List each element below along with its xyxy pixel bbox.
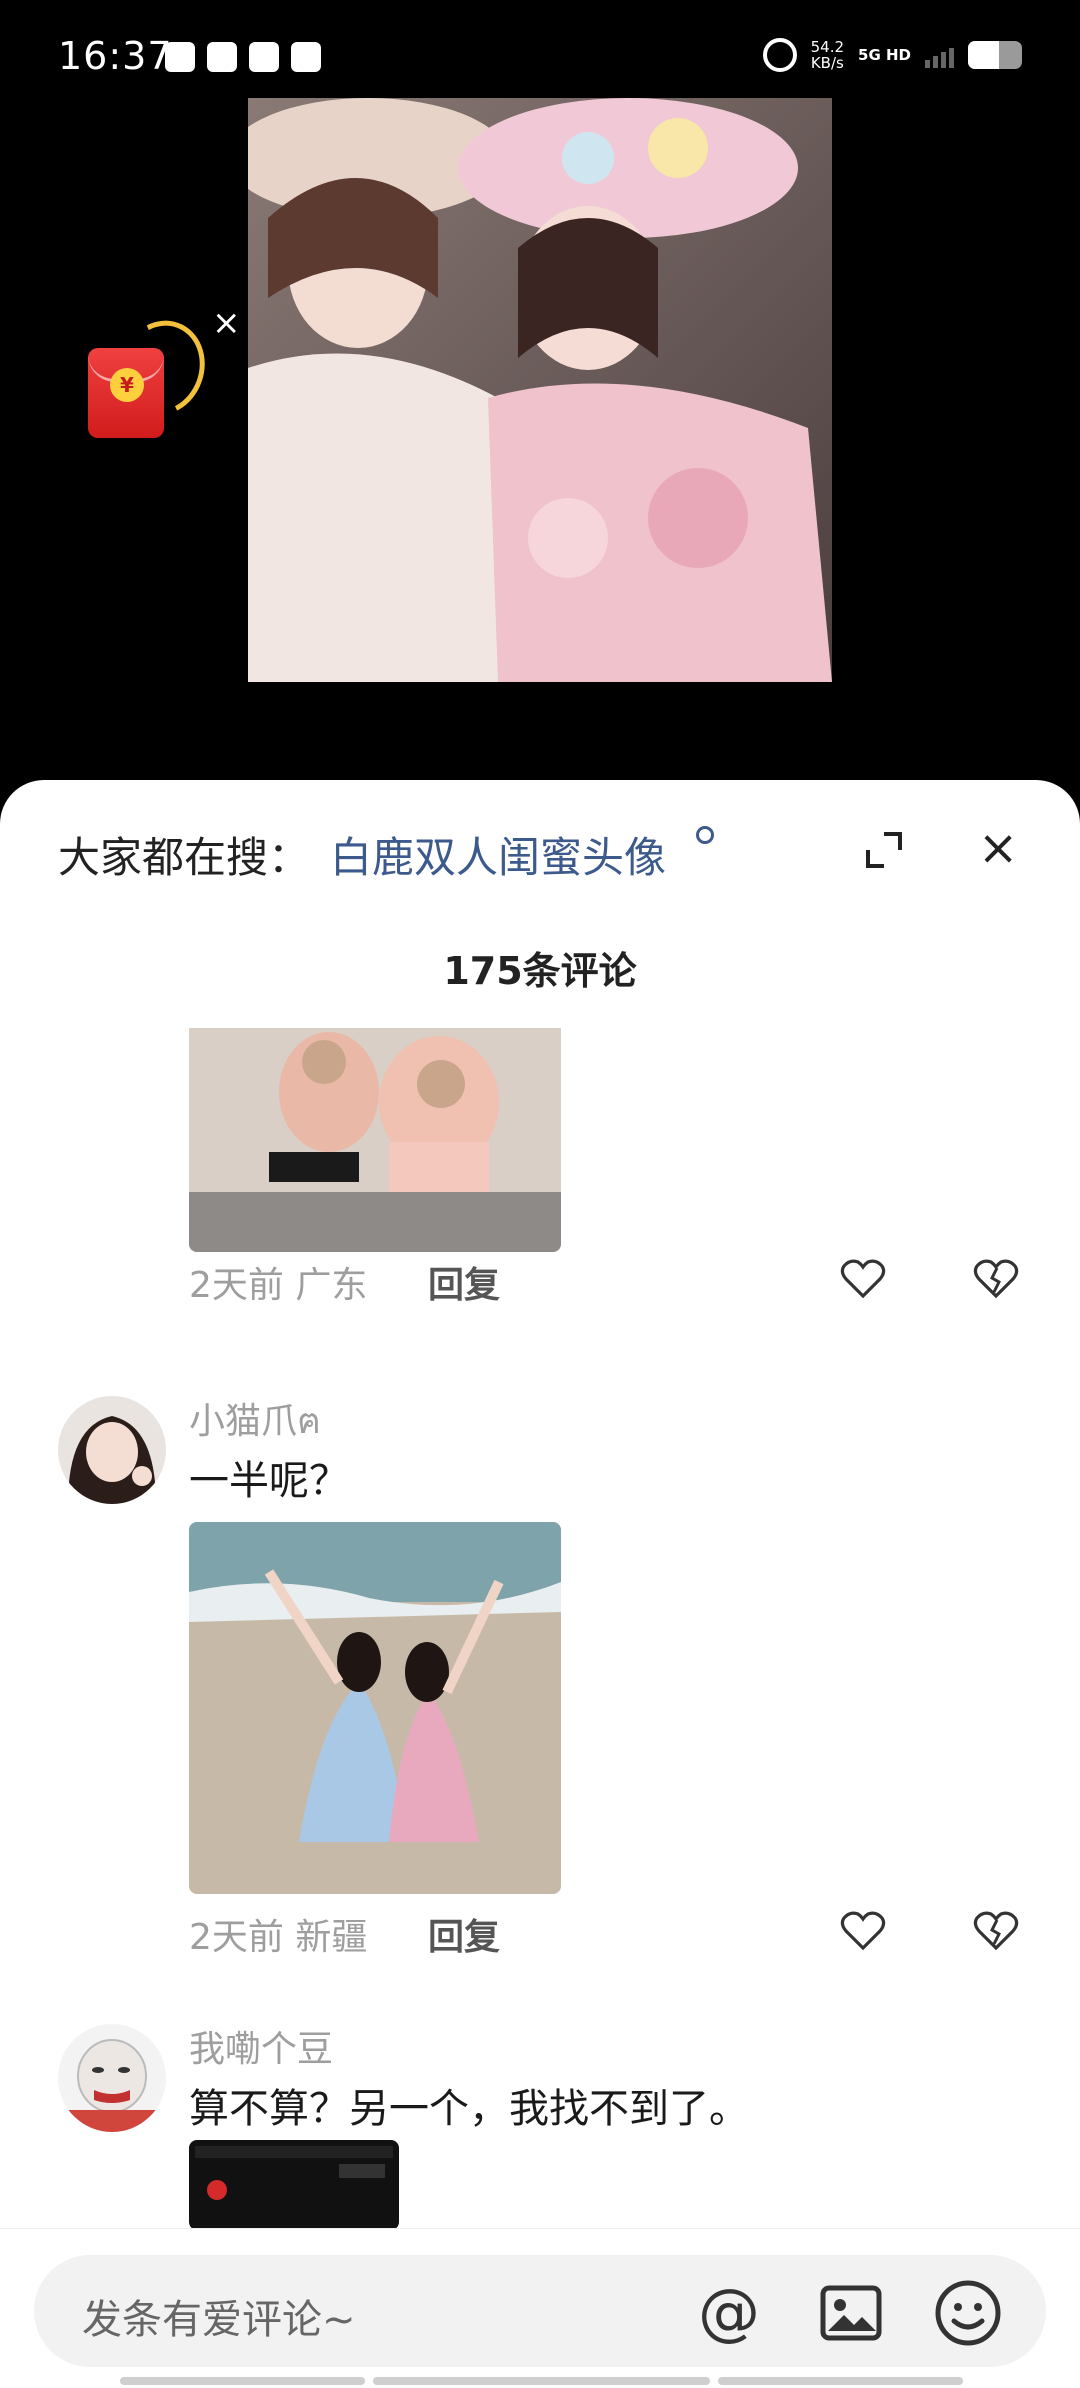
dislike-icon[interactable] [973, 1910, 1019, 1952]
reply-button[interactable]: 回复 [428, 1256, 500, 1308]
gesture-bar [120, 2377, 963, 2385]
red-envelope-coin-icon: ¥ [110, 368, 144, 402]
comment-text: 算不算？另一个，我找不到了。 [189, 2086, 749, 2132]
dislike-icon[interactable] [973, 1258, 1019, 1300]
reply-button[interactable]: 回复 [428, 1908, 500, 1960]
emoji-icon[interactable] [934, 2279, 1002, 2347]
comment-input[interactable]: 发条有爱评论~ @ [34, 2255, 1046, 2367]
comment-nickname[interactable]: 我嘞个豆 [189, 2020, 333, 2072]
red-envelope-button[interactable]: ¥ [88, 348, 164, 438]
comment-image[interactable] [189, 2140, 399, 2230]
comment-image[interactable] [189, 1028, 561, 1252]
like-icon[interactable] [840, 1258, 886, 1300]
search-icon[interactable] [696, 826, 714, 844]
expand-icon[interactable] [866, 832, 902, 868]
at-mention-icon[interactable]: @ [694, 2277, 764, 2347]
search-suggestion-row: 大家都在搜： 白鹿双人闺蜜头像 × [0, 780, 1080, 920]
avatar[interactable] [58, 1396, 166, 1504]
comment-nickname[interactable]: 小猫爪ฅ [189, 1392, 321, 1449]
video-area[interactable]: ¥ × [0, 0, 1080, 790]
comment-image[interactable] [189, 1522, 561, 1894]
comment-list[interactable]: 2天前 广东 回复 小猫爪ฅ 一半呢？ 2天前 新疆 回复 [0, 1028, 1080, 2008]
image-icon[interactable] [820, 2285, 882, 2341]
comment-meta: 2天前 新疆 [189, 1917, 368, 1958]
video-image [248, 98, 832, 682]
red-envelope-close-icon[interactable]: × [212, 306, 241, 340]
comment-meta: 2天前 广东 [189, 1265, 368, 1306]
like-icon[interactable] [840, 1910, 886, 1952]
close-sheet-icon[interactable]: × [978, 818, 1018, 878]
comment-count-title: 175条评论 [443, 949, 637, 993]
avatar[interactable] [58, 2024, 166, 2132]
comment-text: 一半呢？ [189, 1458, 349, 1504]
comment-sheet: 大家都在搜： 白鹿双人闺蜜头像 × 175条评论 2天前 广东 回复 小猫爪ฅ … [0, 780, 1080, 2388]
video-frame[interactable] [248, 98, 832, 682]
search-suggestion-keyword[interactable]: 白鹿双人闺蜜头像 [330, 824, 666, 885]
comment-input-placeholder: 发条有爱评论~ [82, 2297, 356, 2343]
comment-input-bar: 发条有爱评论~ @ [0, 2228, 1080, 2388]
search-suggestion-label: 大家都在搜： [58, 833, 311, 882]
